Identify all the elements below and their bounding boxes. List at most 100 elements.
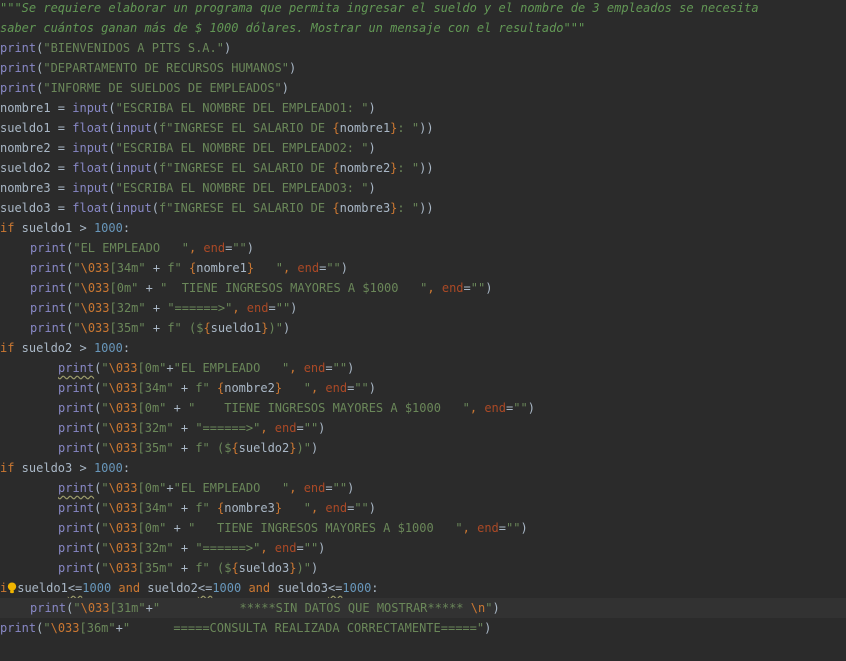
code-token: " (101, 561, 109, 575)
code-token: : (122, 461, 131, 475)
code-line[interactable]: """Se requiere elaborar un programa que … (0, 0, 846, 18)
code-line[interactable]: print("\033[0m"+"EL EMPLEADO ", end="") (0, 478, 846, 498)
code-token: : (122, 221, 131, 235)
code-line[interactable]: print("\033[32m" + "======>", end="") (0, 538, 846, 558)
code-line[interactable]: print("INFORME DE SUELDOS DE EMPLEADOS") (0, 78, 846, 98)
code-token: { (231, 441, 239, 455)
code-token: " (73, 301, 81, 315)
code-line[interactable]: sueldo1 = float(input(f"INGRESE EL SALAR… (0, 118, 846, 138)
code-line[interactable]: saber cuántos ganan más de $ 1000 dólare… (0, 18, 846, 38)
code-token: } (246, 261, 255, 275)
code-token: ( (151, 201, 159, 215)
code-token: \033 (108, 361, 138, 375)
code-token: print (58, 501, 95, 515)
code-token: f"INGRESE EL SALARIO DE (158, 121, 333, 135)
code-token: "ESCRIBA EL NOMBRE DEL EMPLEADO3: " (115, 181, 369, 195)
code-token: + (173, 541, 196, 555)
code-token: end (477, 521, 499, 535)
code-line[interactable]: sueldo2 = float(input(f"INGRESE EL SALAR… (0, 158, 846, 178)
code-line[interactable]: if sueldo3 > 1000: (0, 458, 846, 478)
code-token: )) (419, 161, 434, 175)
code-token: "BIENVENIDOS A PITS S.A." (43, 41, 224, 55)
code-token: end (484, 401, 506, 415)
code-token: "" (303, 421, 319, 435)
code-line[interactable]: print("\033[0m" + " TIENE INGRESOS MAYOR… (0, 278, 846, 298)
code-token: \033 (108, 521, 138, 535)
code-token: ( (151, 121, 159, 135)
code-line[interactable]: print("\033[32m" + "======>", end="") (0, 418, 846, 438)
code-token: "" (470, 281, 486, 295)
code-token: ) (282, 321, 291, 335)
code-token: , (260, 541, 275, 555)
code-line[interactable]: nombre2 = input("ESCRIBA EL NOMBRE DEL E… (0, 138, 846, 158)
code-line[interactable]: print("\033[0m" + " TIENE INGRESOS MAYOR… (0, 398, 846, 418)
code-line[interactable]: nombre3 = input("ESCRIBA EL NOMBRE DEL E… (0, 178, 846, 198)
code-token: float (72, 161, 109, 175)
code-line[interactable]: print("\033[35m" + f" (${sueldo1})") (0, 318, 846, 338)
code-line[interactable]: print("\033[34m" + f" {nombre3} ", end="… (0, 498, 846, 518)
code-token: , (232, 301, 247, 315)
code-token: sueldo2 = (0, 161, 73, 175)
code-token: nombre1 (196, 261, 247, 275)
code-line[interactable]: print("\033[35m" + f" (${sueldo2})") (0, 438, 846, 458)
code-token: + (166, 361, 174, 375)
code-token: sueldo1 = (0, 121, 73, 135)
code-token: \033 (108, 401, 138, 415)
code-line[interactable]: print("DEPARTAMENTO DE RECURSOS HUMANOS"… (0, 58, 846, 78)
code-token: = (325, 481, 333, 495)
code-token: + (173, 421, 196, 435)
code-line[interactable]: print("\033[32m" + "======>", end="") (0, 298, 846, 318)
code-line[interactable]: print("\033[0m" + " TIENE INGRESOS MAYOR… (0, 518, 846, 538)
code-line[interactable]: print("\033[35m" + f" (${sueldo3})") (0, 558, 846, 578)
code-token: sueldo3 = (0, 201, 73, 215)
code-line[interactable]: print("\033[34m" + f" {nombre1} ", end="… (0, 258, 846, 278)
code-line[interactable]: print("\033[36m"+" =====CONSULTA REALIZA… (0, 618, 846, 638)
code-token: \033 (80, 321, 110, 335)
code-line[interactable]: print("EL EMPLEADO ", end="") (0, 238, 846, 258)
code-token: + (145, 301, 168, 315)
code-line[interactable]: if sueldo1 > 1000: (0, 218, 846, 238)
code-line[interactable]: if sueldo2 > 1000: (0, 338, 846, 358)
code-token: nombre3 (224, 501, 275, 515)
code-token: ( (108, 161, 116, 175)
code-token: nombre1 = (0, 101, 73, 115)
code-token: \033 (108, 481, 138, 495)
code-token: print (0, 621, 37, 635)
code-line[interactable]: print("\033[34m" + f" {nombre2} ", end="… (0, 378, 846, 398)
code-token: f" (195, 501, 217, 515)
code-editor[interactable]: """Se requiere elaborar un programa que … (0, 0, 846, 661)
code-token: + (145, 321, 168, 335)
code-token: end (246, 301, 269, 315)
code-token: 1000 (342, 581, 372, 595)
code-token: \033 (80, 301, 110, 315)
code-token: saber cuántos ganan más de $ 1000 dólare… (0, 21, 586, 35)
code-token: if (0, 341, 15, 355)
code-token: , (188, 241, 204, 255)
code-token: = (325, 361, 333, 375)
code-token: if (0, 461, 15, 475)
code-line[interactable]: sueldo3 = float(input(f"INGRESE EL SALAR… (0, 198, 846, 218)
code-token: i (0, 581, 8, 595)
code-token: print (30, 301, 67, 315)
code-token: <= (327, 581, 343, 595)
code-token: print (58, 521, 95, 535)
code-token: )" (268, 321, 283, 335)
code-token: [35m" (137, 441, 174, 455)
code-token: end (325, 381, 348, 395)
code-line[interactable]: print("\033[31m"+" *****SIN DATOS QUE MO… (0, 598, 846, 618)
code-token: " (101, 441, 109, 455)
code-line[interactable]: i sueldo1<=1000 and sueldo2<=1000 and sue… (0, 578, 846, 598)
lightbulb-icon[interactable] (7, 581, 17, 594)
code-token: { (332, 201, 340, 215)
code-token: ) (289, 61, 297, 75)
code-token: and (241, 581, 278, 595)
code-line[interactable]: print("BIENVENIDOS A PITS S.A.") (0, 38, 846, 58)
code-token: : (371, 581, 379, 595)
code-token: print (58, 421, 95, 435)
code-token: [35m" (137, 561, 174, 575)
code-line[interactable]: print("\033[0m"+"EL EMPLEADO ", end="") (0, 358, 846, 378)
code-token: ) (340, 261, 349, 275)
code-token: [0m" (137, 401, 167, 415)
code-line[interactable]: nombre1 = input("ESCRIBA EL NOMBRE DEL E… (0, 98, 846, 118)
code-token: ) (368, 181, 376, 195)
